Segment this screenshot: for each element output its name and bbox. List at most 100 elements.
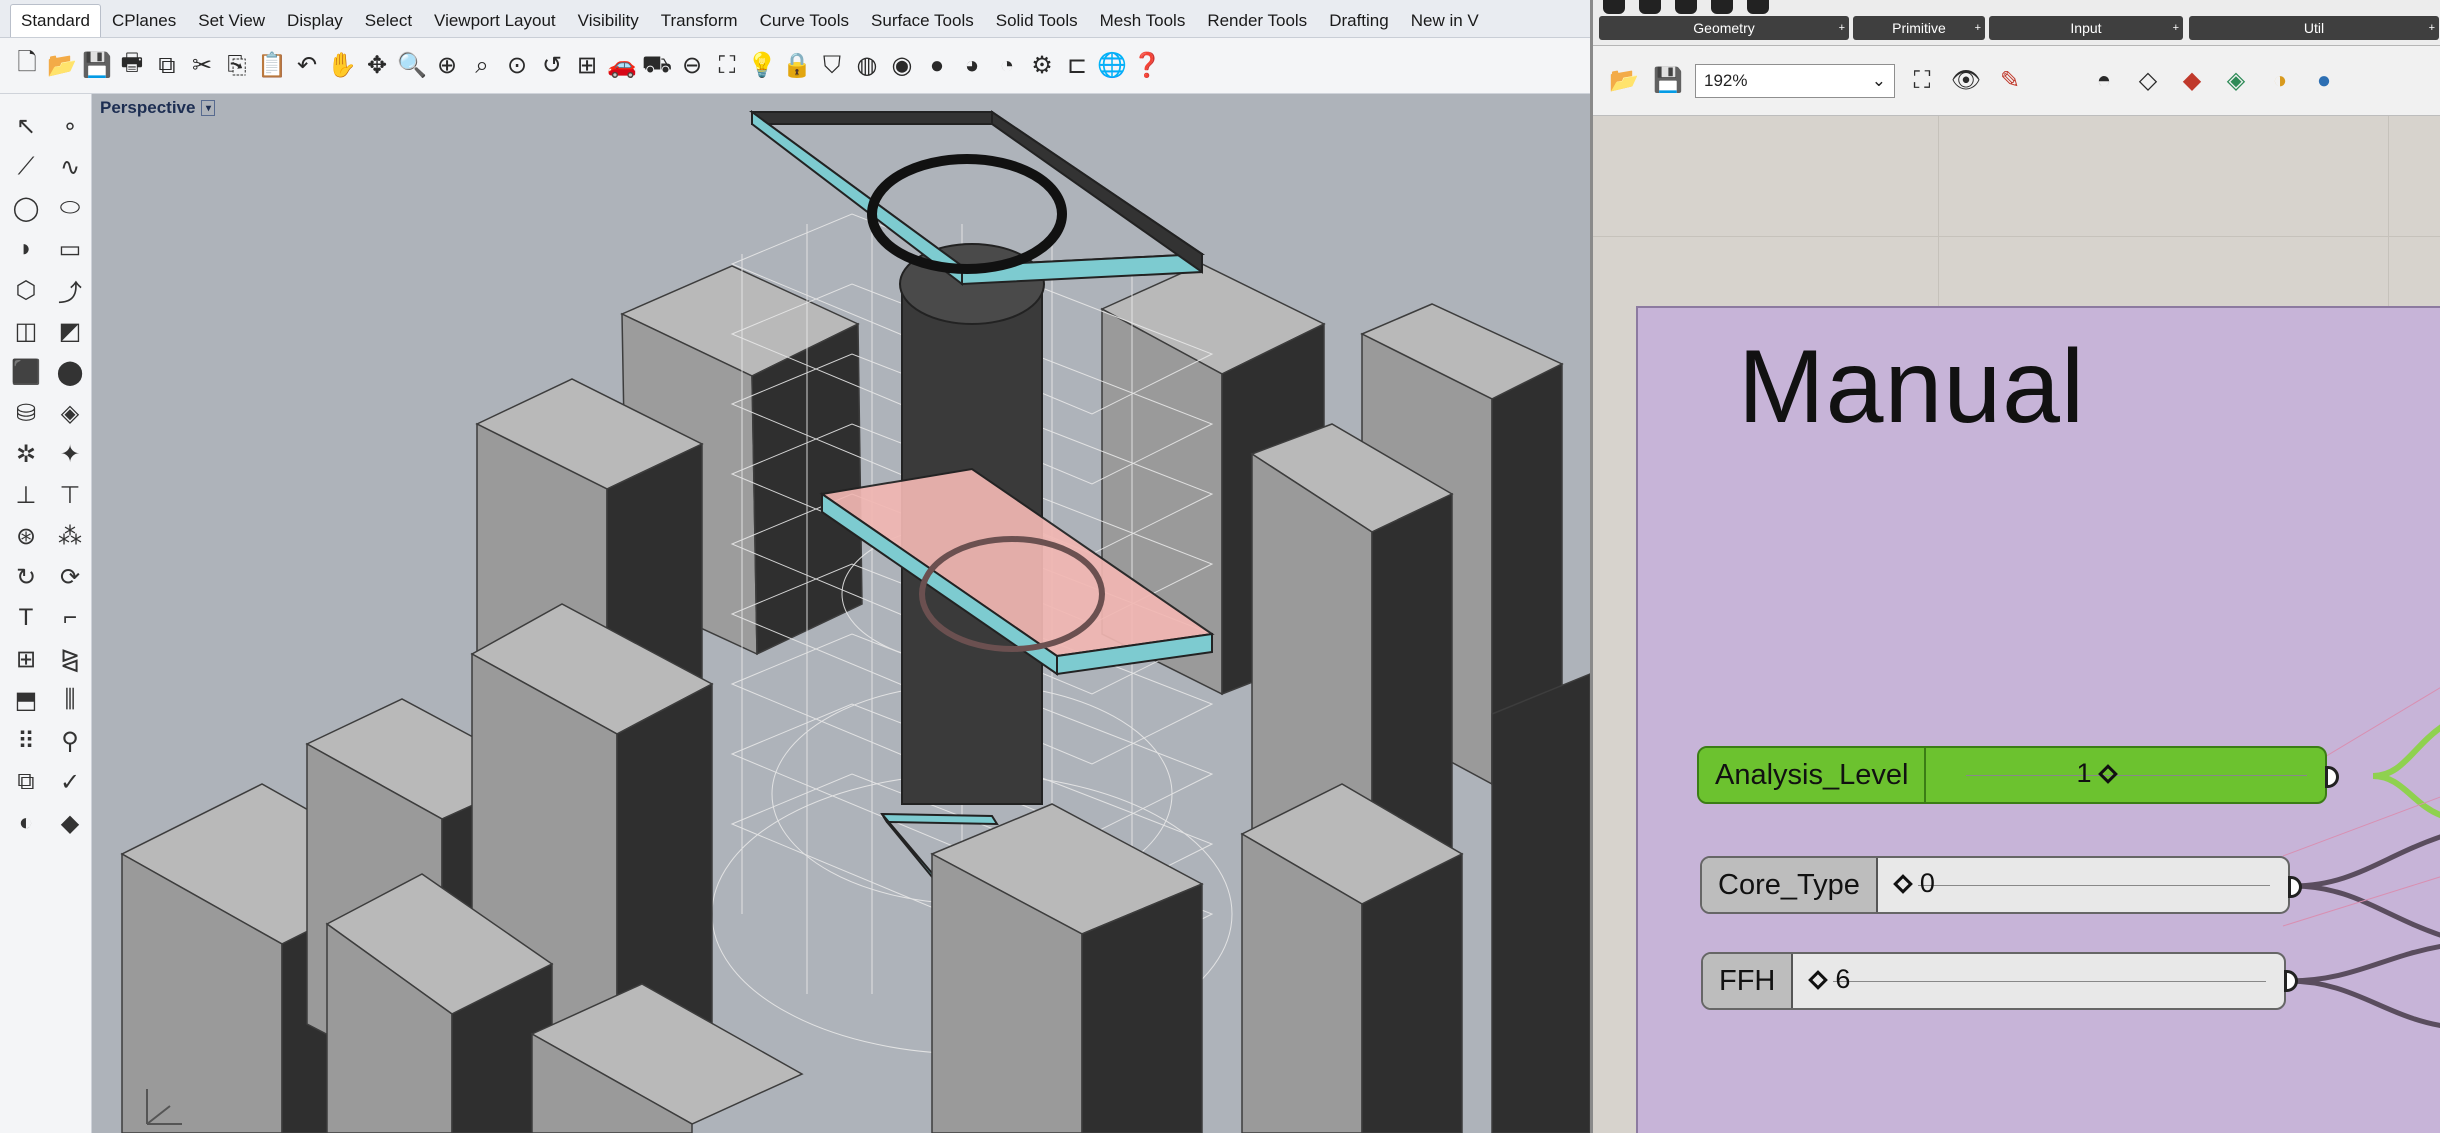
boolean-icon[interactable]: ⊛ (6, 516, 46, 556)
tab-new-in-v[interactable]: New in V (1400, 4, 1490, 37)
geometry-param-icon[interactable] (1639, 0, 1661, 14)
ribbon-group-input[interactable]: Input + (1989, 16, 2183, 40)
slider-analysis-level[interactable]: Analysis_Level 1 (1697, 746, 2327, 804)
loft-icon[interactable]: ◩ (50, 311, 90, 351)
geometry-param-icon[interactable] (1603, 0, 1625, 14)
slider-core-type[interactable]: Core_Type 0 (1700, 856, 2290, 914)
open-file-icon[interactable]: 📂 (1607, 64, 1641, 98)
ribbon-group-geometry[interactable]: Geometry + (1599, 16, 1849, 40)
dimension-icon[interactable]: ⊏ (1062, 49, 1092, 83)
sphere-icon[interactable]: ⬤ (50, 352, 90, 392)
new-file-icon[interactable]: 🗋 (12, 49, 42, 83)
fillet-icon[interactable]: ⤴ (50, 270, 90, 310)
viewport-title[interactable]: Perspective ▾ (100, 98, 216, 118)
tab-visibility[interactable]: Visibility (567, 4, 650, 37)
perspective-viewport[interactable]: Perspective ▾ (92, 94, 1590, 1133)
point-icon[interactable]: ∘ (50, 106, 90, 146)
material-sphere-icon[interactable]: ● (922, 49, 952, 83)
tab-select[interactable]: Select (354, 4, 423, 37)
color-wheel-icon[interactable]: ◍ (852, 49, 882, 83)
group-icon[interactable]: ⁂ (50, 516, 90, 556)
tab-cplanes[interactable]: CPlanes (101, 4, 187, 37)
tab-set-view[interactable]: Set View (187, 4, 276, 37)
undo-view-icon[interactable]: ↺ (537, 49, 567, 83)
preview-selected-icon[interactable]: ◆ (2175, 64, 2209, 98)
polyline-icon[interactable]: ⟋ (6, 147, 46, 187)
slider-track[interactable]: 0 (1878, 858, 2288, 912)
ellipse-icon[interactable]: ⬭ (50, 188, 90, 228)
render-bucket-icon[interactable]: ◆ (50, 803, 90, 843)
hide-icon[interactable]: ◐ (6, 803, 46, 843)
save-file-icon[interactable]: 💾 (1651, 64, 1685, 98)
transform-gear-icon[interactable]: ✲ (6, 434, 46, 474)
viewport-menu-caret-icon[interactable]: ▾ (201, 100, 216, 116)
light-icon[interactable]: 💡 (747, 49, 777, 83)
rotate-3d-icon[interactable]: ⟳ (50, 557, 90, 597)
split-icon[interactable]: ⊥ (6, 475, 46, 515)
rectangle-icon[interactable]: ▭ (50, 229, 90, 269)
surface-icon[interactable]: ◫ (6, 311, 46, 351)
texture-icon[interactable]: ◔ (992, 49, 1022, 83)
four-viewports-icon[interactable]: ⊞ (572, 49, 602, 83)
tab-mesh-tools[interactable]: Mesh Tools (1089, 4, 1197, 37)
cut-icon[interactable]: ✂ (187, 49, 217, 83)
curve-icon[interactable]: ∿ (50, 147, 90, 187)
ribbon-group-primitive[interactable]: Primitive + (1853, 16, 1985, 40)
arc-icon[interactable]: ◗ (6, 229, 46, 269)
zoom-icon[interactable]: 🔍 (397, 49, 427, 83)
expand-icon[interactable]: + (1839, 22, 1845, 34)
mesh-icon[interactable]: ◈ (50, 393, 90, 433)
paste-icon[interactable]: 📋 (257, 49, 287, 83)
cylinder-icon[interactable]: ⛁ (6, 393, 46, 433)
tab-drafting[interactable]: Drafting (1318, 4, 1400, 37)
zoom-extents-icon[interactable]: ⌕ (467, 49, 497, 83)
chevron-down-icon[interactable]: ⌄ (1872, 71, 1886, 91)
dimension-tool-icon[interactable]: ⌐ (50, 598, 90, 638)
lock-icon[interactable]: 🔒 (782, 49, 812, 83)
tab-surface-tools[interactable]: Surface Tools (860, 4, 985, 37)
expand-icon[interactable]: + (2173, 22, 2179, 34)
zoom-level-select[interactable]: 192% ⌄ (1695, 63, 1895, 98)
zoom-window-icon[interactable]: ⊕ (432, 49, 462, 83)
open-folder-icon[interactable]: 📂 (47, 49, 77, 83)
export-icon[interactable]: ⧉ (152, 49, 182, 83)
tab-standard[interactable]: Standard (10, 4, 101, 37)
extrude-icon[interactable]: ⬒ (6, 680, 46, 720)
text-icon[interactable]: T (6, 598, 46, 638)
save-icon[interactable]: 💾 (82, 49, 112, 83)
slider-grip-icon[interactable] (2098, 763, 2119, 784)
solver-sphere-icon[interactable]: ● (2307, 64, 2341, 98)
tab-transform[interactable]: Transform (650, 4, 749, 37)
slider-track[interactable]: 1 (1926, 748, 2325, 802)
array-icon[interactable]: ⊞ (6, 639, 46, 679)
tab-solid-tools[interactable]: Solid Tools (985, 4, 1089, 37)
circle-icon[interactable]: ◯ (6, 188, 46, 228)
object-snap-icon[interactable]: ⛶ (712, 49, 742, 83)
car-camera-icon[interactable]: 🚗 (607, 49, 637, 83)
environment-icon[interactable]: ◕ (957, 49, 987, 83)
pan-hand-icon[interactable]: ✋ (327, 49, 357, 83)
copy-icon[interactable]: ⎘ (222, 49, 252, 83)
slider-ffh[interactable]: FFH 6 (1701, 952, 2286, 1010)
preview-shaded-icon[interactable]: ◓ (2087, 64, 2121, 98)
tab-render-tools[interactable]: Render Tools (1196, 4, 1318, 37)
slider-track[interactable]: 6 (1793, 954, 2284, 1008)
options-gear-icon[interactable]: ⚙ (1027, 49, 1057, 83)
properties-icon[interactable]: ⧉ (6, 762, 46, 802)
zoom-selected-icon[interactable]: ⊙ (502, 49, 532, 83)
box-icon[interactable]: ⬛ (6, 352, 46, 392)
preview-eye-icon[interactable]: 👁 (1949, 64, 1983, 98)
rotate-view-icon[interactable]: ✥ (362, 49, 392, 83)
help-icon[interactable]: ❓ (1132, 49, 1162, 83)
select-arrow-icon[interactable]: ↖ (6, 106, 46, 146)
gh-canvas[interactable]: Manual Analysis_Level 1 Core_Type 0 FFH … (1593, 116, 2440, 1133)
mirror-icon[interactable]: ⧎ (50, 639, 90, 679)
rotate-icon[interactable]: ↻ (6, 557, 46, 597)
expand-icon[interactable]: + (2429, 22, 2435, 34)
undo-icon[interactable]: ↶ (292, 49, 322, 83)
render-sphere-icon[interactable]: ◉ (887, 49, 917, 83)
expand-icon[interactable]: + (1975, 22, 1981, 34)
preview-wire-icon[interactable]: ◇ (2131, 64, 2165, 98)
ribbon-group-util[interactable]: Util + (2189, 16, 2439, 40)
preview-mesh-icon[interactable]: ◈ (2219, 64, 2253, 98)
